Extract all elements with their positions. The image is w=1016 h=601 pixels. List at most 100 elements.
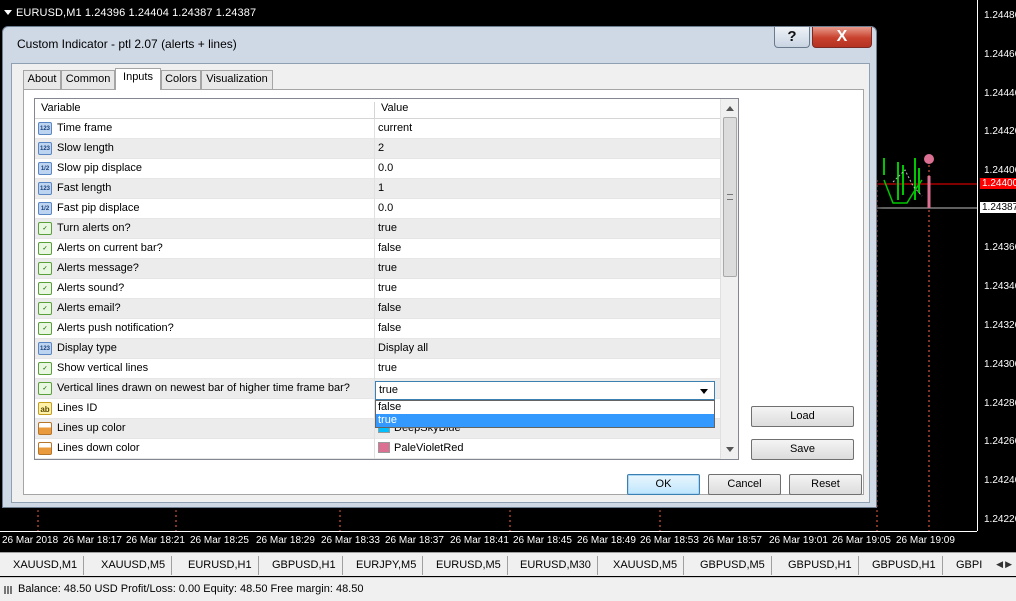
option-true[interactable]: true (376, 414, 714, 427)
symbol-tab[interactable]: EURUSD,M30 (514, 556, 598, 575)
symbol-tab[interactable]: XAUUSD,M1 (7, 556, 85, 575)
double-icon: 1/2 (38, 162, 52, 175)
input-row-alerts-push-notification[interactable]: ✓ Alerts push notification? false (35, 319, 720, 339)
time-label: 26 Mar 18:57 (703, 535, 762, 546)
symbol-tab[interactable]: EURUSD,M5 (430, 556, 508, 575)
variable-value[interactable]: true (378, 262, 397, 274)
ask-price-label: 1.24400 (980, 178, 1016, 189)
column-header-value[interactable]: Value (381, 102, 408, 114)
variable-value[interactable]: 0.0 (378, 162, 393, 174)
variable-name: Display type (57, 342, 117, 354)
time-label: 26 Mar 18:53 (640, 535, 699, 546)
time-label: 26 Mar 2018 (2, 535, 59, 546)
column-header-variable[interactable]: Variable (41, 102, 81, 114)
price-label: 1.24406 (984, 165, 1016, 176)
price-label: 1.24486 (984, 10, 1016, 21)
chart-title[interactable]: EURUSD,M1 1.24396 1.24404 1.24387 1.2438… (4, 7, 256, 19)
symbol-tab[interactable]: XAUUSD,M5 (607, 556, 685, 575)
input-row-alerts-email[interactable]: ✓ Alerts email? false (35, 299, 720, 319)
input-row-alerts-on-current-bar[interactable]: ✓ Alerts on current bar? false (35, 239, 720, 259)
input-row-slow-pip-displace[interactable]: 1/2 Slow pip displace 0.0 (35, 159, 720, 179)
variable-name: Alerts email? (57, 302, 121, 314)
chart-menu-icon[interactable] (4, 10, 12, 15)
reset-button[interactable]: Reset (789, 474, 862, 495)
input-row-display-type[interactable]: 123 Display type Display all (35, 339, 720, 359)
value-select[interactable]: true (375, 381, 715, 400)
input-row-turn-alerts-on[interactable]: ✓ Turn alerts on? true (35, 219, 720, 239)
price-label: 1.24306 (984, 359, 1016, 370)
input-row-slow-length[interactable]: 123 Slow length 2 (35, 139, 720, 159)
integer-icon: 123 (38, 182, 52, 195)
bool-icon: ✓ (38, 302, 52, 315)
variable-value[interactable]: current (378, 122, 412, 134)
time-label: 26 Mar 19:01 (769, 535, 828, 546)
bool-icon: ✓ (38, 362, 52, 375)
variable-value[interactable]: false (378, 322, 401, 334)
symbol-tab[interactable]: XAUUSD,M5 (95, 556, 173, 575)
load-button[interactable]: Load (751, 406, 854, 427)
price-label: 1.24266 (984, 436, 1016, 447)
variable-name: Slow pip displace (57, 162, 142, 174)
tab-visualization[interactable]: Visualization (201, 70, 273, 89)
input-row-alerts-message[interactable]: ✓ Alerts message? true (35, 259, 720, 279)
price-label: 1.24426 (984, 126, 1016, 137)
input-row-fast-length[interactable]: 123 Fast length 1 (35, 179, 720, 199)
tab-inputs[interactable]: Inputs (115, 68, 161, 90)
tab-common[interactable]: Common (61, 70, 115, 89)
variable-value[interactable]: true (378, 282, 397, 294)
ok-button[interactable]: OK (627, 474, 700, 495)
inputs-panel: Variable Value 123 Time frame current 12… (23, 89, 864, 495)
input-row-show-vertical-lines[interactable]: ✓ Show vertical lines true (35, 359, 720, 379)
symbol-tab[interactable]: GBPUSD,M5 (694, 556, 772, 575)
scroll-down-icon[interactable] (726, 447, 734, 452)
price-label: 1.24286 (984, 398, 1016, 409)
color-icon (38, 422, 52, 435)
variable-value[interactable]: false (378, 242, 401, 254)
variable-name: Show vertical lines (57, 362, 149, 374)
color-icon (38, 442, 52, 455)
price-axis[interactable]: 1.24486 1.24466 1.24446 1.24426 1.24406 … (977, 0, 1016, 531)
variable-value[interactable]: false (378, 302, 401, 314)
tab-scroll-arrows-icon[interactable]: ◀▶ (996, 559, 1014, 570)
variable-value[interactable]: 2 (378, 142, 384, 154)
string-icon: ab (38, 402, 52, 415)
symbol-tab[interactable]: GBPUSD,H1 (866, 556, 943, 575)
time-label: 26 Mar 18:29 (256, 535, 315, 546)
select-value: true (379, 384, 398, 396)
variable-name: Lines down color (57, 442, 140, 454)
input-row-alerts-sound[interactable]: ✓ Alerts sound? true (35, 279, 720, 299)
time-label: 26 Mar 18:41 (450, 535, 509, 546)
time-axis[interactable]: 26 Mar 2018 26 Mar 18:17 26 Mar 18:21 26… (0, 531, 977, 552)
input-row-lines-down-color[interactable]: Lines down color PaleVioletRed (35, 439, 720, 459)
input-row-fast-pip-displace[interactable]: 1/2 Fast pip displace 0.0 (35, 199, 720, 219)
variable-value[interactable]: 0.0 (378, 202, 393, 214)
bool-icon: ✓ (38, 262, 52, 275)
save-button[interactable]: Save (751, 439, 854, 460)
cancel-button[interactable]: Cancel (708, 474, 781, 495)
symbol-tab[interactable]: EURUSD,H1 (182, 556, 259, 575)
variable-name: Fast length (57, 182, 112, 194)
variable-name: Alerts push notification? (57, 322, 174, 334)
variable-value[interactable]: true (378, 362, 397, 374)
time-label: 26 Mar 18:49 (577, 535, 636, 546)
scroll-up-icon[interactable] (726, 106, 734, 111)
integer-icon: 123 (38, 342, 52, 355)
variable-value[interactable]: Display all (378, 342, 428, 354)
tab-colors[interactable]: Colors (161, 70, 201, 89)
variable-value[interactable]: PaleVioletRed (378, 442, 464, 454)
scroll-thumb[interactable] (723, 117, 737, 277)
help-button[interactable]: ? (774, 27, 810, 48)
mt4-window: { "chart": { "title": "EURUSD,M1 1.24396… (0, 0, 1016, 601)
symbol-tab[interactable]: GBPUSD,H1 (782, 556, 859, 575)
grid-scrollbar[interactable] (720, 99, 738, 459)
option-false[interactable]: false (376, 401, 714, 414)
symbol-tab[interactable]: EURJPY,M5 (350, 556, 424, 575)
variable-value[interactable]: true (378, 222, 397, 234)
symbol-tab[interactable]: GBPI (950, 556, 988, 575)
input-row-time-frame[interactable]: 123 Time frame current (35, 119, 720, 139)
variable-value[interactable]: 1 (378, 182, 384, 194)
close-button[interactable]: X (812, 27, 872, 48)
symbol-tab[interactable]: GBPUSD,H1 (266, 556, 343, 575)
tab-about[interactable]: About (23, 70, 61, 89)
chevron-down-icon[interactable] (700, 389, 708, 394)
